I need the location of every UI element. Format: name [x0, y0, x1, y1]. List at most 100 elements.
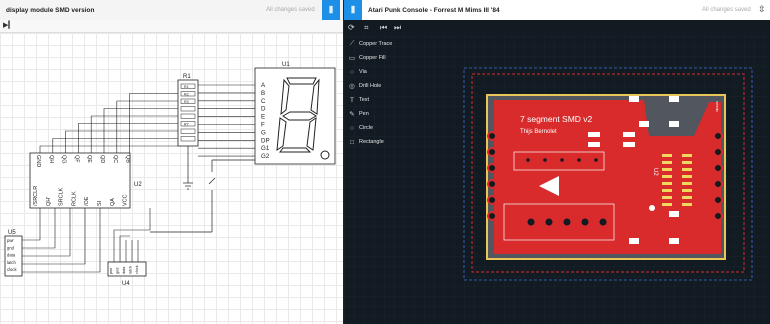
last-icon[interactable]: ⏭ — [394, 23, 401, 33]
edge-hole-r-0 — [713, 131, 723, 141]
tool-trace[interactable]: ⟋ Copper Trace — [348, 38, 393, 50]
schematic-title: display module SMD version — [6, 6, 95, 14]
pcb-canvas[interactable]: 7 segment SMD v2 Thijs Bernolet schmtc U… — [344, 36, 770, 324]
schematic-canvas[interactable]: R1R2R3R7 R1 U1 ABCDEFGDPG1G2 — [0, 33, 343, 324]
via — [649, 205, 655, 211]
resistor-array[interactable]: R1 R2 R3 R7 R1 — [177, 74, 199, 147]
edge-hole-l-1 — [487, 147, 497, 157]
tool-label: Drill Hole — [359, 83, 382, 89]
shift-pin-/SRCLR: /SRCLR — [33, 186, 39, 206]
thru-hole-4 — [597, 216, 609, 228]
shift-pin-QC: QC — [112, 155, 118, 163]
save-status: All changes saved — [266, 7, 315, 13]
pcb-author: Thijs Bernolet — [520, 129, 557, 135]
display-pin-F: F — [261, 122, 265, 129]
smd-pad-1 — [669, 96, 679, 102]
tool-pen[interactable]: ✎ Pen — [348, 108, 369, 120]
tool-label: Copper Trace — [359, 41, 393, 47]
pcb-board-title: 7 segment SMD v2 — [520, 114, 593, 124]
ic-pad-l-0 — [662, 154, 672, 157]
tool-fill[interactable]: ▭ Copper Fill — [348, 52, 386, 64]
rotate-icon[interactable]: ⟳ — [348, 23, 355, 32]
display-pin-D: D — [261, 106, 266, 113]
display-label: U1 — [282, 62, 290, 68]
shift-register-chip[interactable]: U2 GND QH QG QF QE QD QC QB/SRCLR QH' SRCLK RCLK/O… — [29, 152, 142, 209]
trace-icon: ⟋ — [349, 40, 355, 47]
circle-icon: ○ — [350, 124, 354, 132]
shift-pin-SI: SI — [97, 200, 103, 206]
first-icon[interactable]: ⏮ — [380, 23, 387, 33]
switch-symbol — [150, 159, 255, 233]
display-pin-DP: DP — [261, 137, 270, 144]
shift-pin-RCLK: RCLK — [71, 191, 77, 206]
edge-hole-r-2 — [713, 163, 723, 173]
display-pin-G2: G2 — [261, 153, 270, 160]
resistor-label-0: R1 — [184, 85, 189, 89]
smd-pad-top-b-0 — [588, 142, 600, 147]
switch-view-button[interactable]: ⫴ — [322, 0, 340, 20]
smd-pad-5 — [669, 238, 679, 244]
tool-label: Pen — [359, 111, 369, 117]
shift-pin-QB: QB — [125, 155, 131, 163]
smd-pad-top-0 — [588, 132, 600, 137]
thru-hole-3 — [579, 216, 591, 228]
edge-hole-r-5 — [713, 211, 723, 221]
ic-pad-l-1 — [662, 161, 672, 164]
header-bottom[interactable]: U4 pwr gnd data latch clock — [107, 261, 147, 287]
pcb-switch-view-button[interactable]: ⫴ — [344, 0, 362, 20]
header-bottom-pin-clock: clock — [135, 265, 139, 274]
header-hole-1 — [541, 156, 549, 164]
smd-pad-2 — [669, 121, 679, 127]
header-hole-3 — [575, 156, 583, 164]
export-icon[interactable]: ⇳ — [758, 4, 766, 15]
drill-icon: ◎ — [349, 83, 355, 90]
ground-symbol — [183, 146, 193, 190]
smd-pad-4 — [669, 211, 679, 217]
shift-pin-QD: QD — [99, 155, 105, 163]
shift-pin-QA: QA — [110, 198, 116, 206]
tool-label: Copper Fill — [359, 55, 386, 61]
tool-label: Circle — [359, 125, 374, 131]
smd-pad-6 — [629, 238, 639, 244]
tool-rect[interactable]: □ Rectangle — [348, 136, 384, 148]
tool-circle[interactable]: ○ Circle — [348, 122, 373, 134]
resistor-label-1: R2 — [184, 92, 189, 96]
shift-register-label: U2 — [134, 182, 142, 188]
via-icon: ○ — [350, 68, 354, 76]
tool-drill[interactable]: ◎ Drill Hole — [348, 80, 381, 92]
header-bottom-pin-pwr: pwr — [109, 267, 113, 274]
ic-pad-r-6 — [682, 196, 692, 199]
tool-via[interactable]: ○ Via — [348, 66, 367, 78]
shift-pin-GND: GND — [35, 155, 41, 167]
edge-hole-l-2 — [487, 163, 497, 173]
header-left-pin-clock: clock — [7, 267, 17, 272]
tool-label: Text — [359, 97, 370, 103]
pcb-titlebar: ⫴ Atari Punk Console - Forrest M Mims II… — [344, 0, 770, 20]
display-pin-C: C — [261, 98, 266, 105]
header-bottom-pin-gnd: gnd — [116, 268, 120, 274]
display-pin-G1: G1 — [261, 145, 270, 152]
header-left[interactable]: U5 pwr gnd data latch clock — [4, 230, 23, 277]
seven-segment-display[interactable]: U1 ABCDEFGDPG1G2 — [254, 62, 336, 165]
ic-pad-l-7 — [662, 203, 672, 206]
display-pin-G: G — [261, 129, 266, 136]
simulate-icon[interactable]: ▶▎ — [3, 21, 14, 29]
thru-hole-0 — [525, 216, 537, 228]
header-left-pin-latch: latch — [7, 260, 17, 265]
edge-hole-l-0 — [487, 131, 497, 141]
thru-hole-1 — [543, 216, 555, 228]
ic-pad-r-3 — [682, 175, 692, 178]
header-bottom-pin-data: data — [122, 266, 126, 274]
edge-hole-r-1 — [713, 147, 723, 157]
resistor-3 — [180, 106, 196, 112]
tool-label: Via — [359, 69, 367, 75]
tool-text[interactable]: T Text — [348, 94, 369, 106]
tool-label: Rectangle — [359, 139, 384, 145]
header-left-pin-pwr: pwr — [7, 238, 14, 243]
smd-pad-top-1 — [623, 132, 635, 137]
shift-pin-SRCLK: SRCLK — [59, 187, 65, 206]
shift-pin-QE: QE — [86, 155, 92, 163]
display-pin-E: E — [261, 114, 265, 121]
ic-pad-r-7 — [682, 203, 692, 206]
fit-icon[interactable]: ⌗ — [364, 23, 369, 33]
